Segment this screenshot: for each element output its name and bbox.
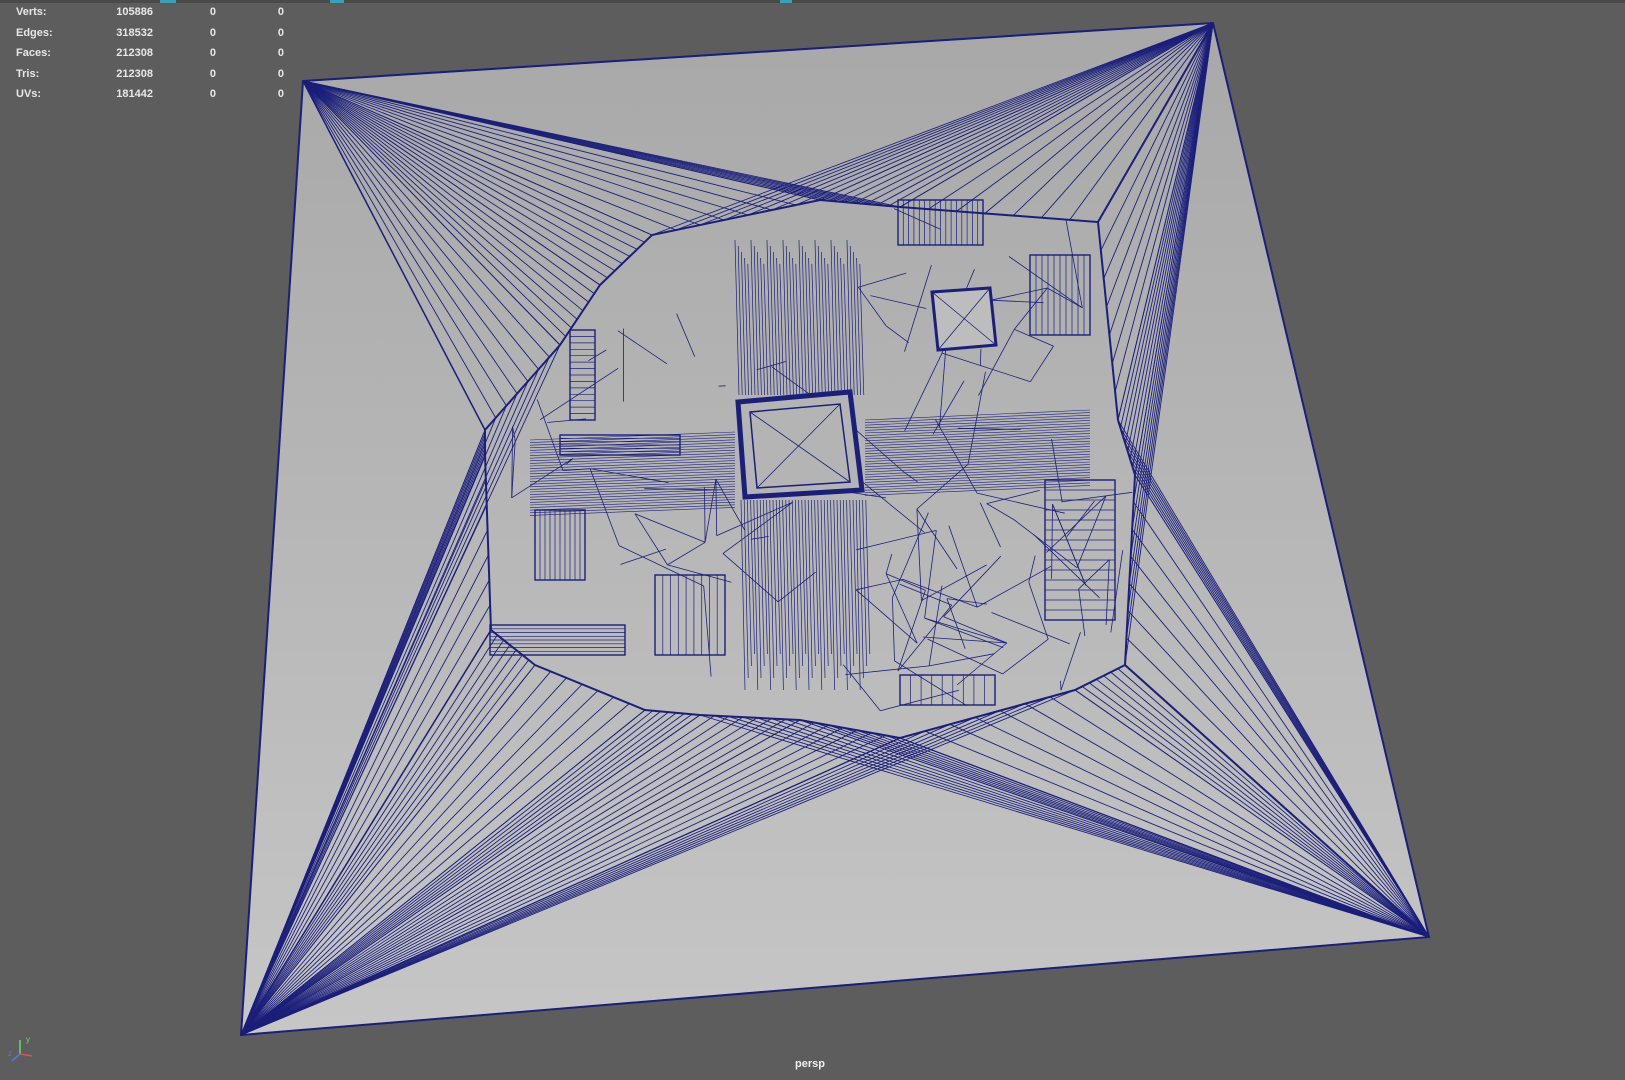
hud-row: UVs: 181442 0 0 xyxy=(16,84,284,105)
hud-total-value: 212308 xyxy=(116,47,153,60)
hud-selected-value: 0 xyxy=(209,6,216,18)
hud-label: Edges: xyxy=(16,26,53,39)
hud-component-value: 0 xyxy=(277,47,284,60)
hud-component-value: 0 xyxy=(277,6,284,18)
hud-label: Faces: xyxy=(16,47,51,60)
hud-row: Tris: 212308 0 0 xyxy=(16,64,284,85)
hud-total-value: 318532 xyxy=(116,26,153,39)
hud-selected-value: 0 xyxy=(209,26,216,39)
hud-selected-value: 0 xyxy=(209,88,216,101)
hud-row: Verts: 105886 0 0 xyxy=(16,2,284,23)
hud-selected-value: 0 xyxy=(209,67,216,80)
hud-total-value: 181442 xyxy=(116,88,153,101)
hud-total-value: 105886 xyxy=(116,6,153,18)
hud-selected-value: 0 xyxy=(209,47,216,60)
hud-label: UVs: xyxy=(16,88,42,101)
axis-gizmo-icon: y z xyxy=(8,1035,33,1062)
hud-label: Verts: xyxy=(16,6,47,18)
hud-component-value: 0 xyxy=(277,26,284,39)
main-chip[interactable] xyxy=(735,389,865,500)
axis-z-label: z xyxy=(8,1049,12,1058)
hud-row: Faces: 212308 0 0 xyxy=(16,43,284,64)
hud-total-value: 212308 xyxy=(116,67,153,80)
hud-label: Tris: xyxy=(16,67,40,80)
mesh-scene[interactable] xyxy=(0,0,1625,1080)
hud-component-value: 0 xyxy=(277,88,284,101)
hud-component-value: 0 xyxy=(277,67,284,80)
poly-count-hud: Verts: 105886 0 0 Edges: 318532 0 0 Faces: 212308… xyxy=(16,2,284,105)
camera-name-label: persp xyxy=(795,1058,825,1070)
axis-y-label: y xyxy=(26,1035,30,1044)
hud-row: Edges: 318532 0 0 xyxy=(16,23,284,44)
perspective-viewport[interactable]: Verts: 105886 0 0 Edges: 318532 0 0 Faces: 212308… xyxy=(0,0,1625,1080)
secondary-chip[interactable] xyxy=(930,286,998,352)
